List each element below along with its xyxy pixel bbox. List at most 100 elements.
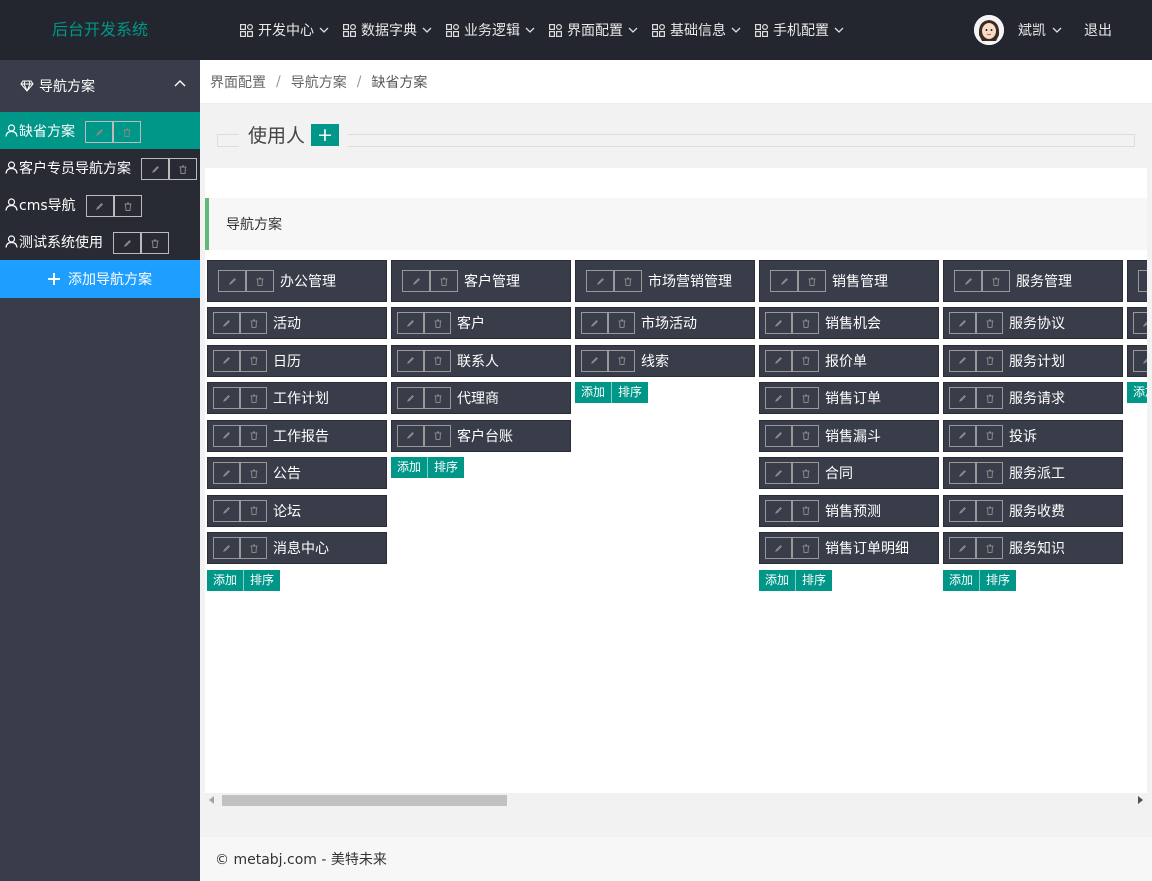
edit-item-button[interactable]	[765, 424, 792, 447]
delete-item-button[interactable]	[240, 424, 267, 447]
delete-item-button[interactable]	[240, 537, 267, 559]
edit-item-button[interactable]	[1133, 349, 1147, 372]
nav-item[interactable]: 销售机会	[759, 307, 939, 339]
delete-item-button[interactable]	[792, 312, 819, 334]
delete-item-button[interactable]	[424, 312, 451, 334]
delete-item-button[interactable]	[976, 499, 1003, 522]
add-item-button[interactable]: 添加	[575, 382, 613, 403]
nav-category[interactable]: 服务管理	[943, 260, 1123, 302]
edit-item-button[interactable]	[213, 462, 240, 484]
nav-item[interactable]: 报价单	[759, 344, 939, 377]
delete-plan-button[interactable]	[141, 232, 169, 254]
edit-item-button[interactable]	[397, 424, 424, 447]
delete-item-button[interactable]	[792, 387, 819, 409]
delete-item-button[interactable]	[240, 349, 267, 372]
nav-item[interactable]: 服务收费	[943, 494, 1123, 527]
nav-item[interactable]	[1127, 344, 1147, 377]
logout-link[interactable]: 退出	[1084, 20, 1112, 40]
delete-category-button[interactable]	[614, 270, 642, 292]
nav-category[interactable]: 客户管理	[391, 260, 571, 302]
nav-category[interactable]	[1127, 260, 1147, 302]
edit-item-button[interactable]	[949, 387, 976, 409]
nav-item[interactable]: 合同	[759, 457, 939, 489]
breadcrumb-item-ui-config[interactable]: 界面配置	[210, 72, 266, 92]
add-item-button[interactable]: 添加	[943, 569, 981, 591]
edit-plan-button[interactable]	[141, 158, 169, 180]
nav-item[interactable]: 服务知识	[943, 532, 1123, 564]
top-nav-item[interactable]: 手机配置	[747, 0, 852, 60]
top-nav-item[interactable]: 开发中心	[232, 0, 337, 60]
nav-item[interactable]: 销售预测	[759, 494, 939, 527]
delete-item-button[interactable]	[976, 537, 1003, 559]
edit-item-button[interactable]	[765, 537, 792, 559]
delete-plan-button[interactable]	[169, 158, 197, 180]
edit-item-button[interactable]	[397, 387, 424, 409]
add-item-button[interactable]: 添加	[759, 569, 797, 591]
delete-item-button[interactable]	[792, 499, 819, 522]
nav-item[interactable]: 销售订单明细	[759, 532, 939, 564]
nav-item[interactable]: 客户台账	[391, 419, 571, 452]
delete-item-button[interactable]	[608, 349, 635, 372]
delete-category-button[interactable]	[798, 270, 826, 292]
edit-item-button[interactable]	[213, 537, 240, 559]
edit-item-button[interactable]	[397, 349, 424, 372]
edit-item-button[interactable]	[949, 349, 976, 372]
edit-item-button[interactable]	[765, 387, 792, 409]
edit-item-button[interactable]	[949, 499, 976, 522]
edit-category-button[interactable]	[1138, 270, 1147, 292]
top-nav-item[interactable]: 界面配置	[541, 0, 646, 60]
edit-item-button[interactable]	[765, 462, 792, 484]
edit-item-button[interactable]	[1133, 312, 1147, 334]
delete-item-button[interactable]	[240, 499, 267, 522]
edit-item-button[interactable]	[213, 312, 240, 334]
delete-item-button[interactable]	[424, 349, 451, 372]
nav-category[interactable]: 市场营销管理	[575, 260, 755, 302]
nav-item[interactable]: 销售漏斗	[759, 419, 939, 452]
nav-item[interactable]: 线索	[575, 344, 755, 377]
plan-item[interactable]: cms导航	[0, 186, 200, 223]
edit-item-button[interactable]	[765, 312, 792, 334]
nav-item[interactable]: 工作报告	[207, 419, 387, 452]
user-avatar[interactable]	[974, 15, 1004, 45]
sort-items-button[interactable]: 排序	[244, 569, 281, 591]
top-nav-item[interactable]: 业务逻辑	[438, 0, 543, 60]
edit-plan-button[interactable]	[113, 232, 141, 254]
delete-item-button[interactable]	[240, 462, 267, 484]
edit-item-button[interactable]	[213, 387, 240, 409]
delete-item-button[interactable]	[240, 387, 267, 409]
delete-category-button[interactable]	[982, 270, 1010, 292]
nav-item[interactable]: 日历	[207, 344, 387, 377]
top-nav-item[interactable]: 数据字典	[335, 0, 440, 60]
edit-category-button[interactable]	[954, 270, 982, 292]
edit-plan-button[interactable]	[85, 121, 113, 143]
breadcrumb-item-nav-plan[interactable]: 导航方案	[291, 72, 347, 92]
edit-plan-button[interactable]	[85, 195, 114, 217]
scrollbar-thumb[interactable]	[222, 795, 507, 806]
nav-item[interactable]	[1127, 307, 1147, 339]
delete-item-button[interactable]	[976, 462, 1003, 484]
delete-item-button[interactable]	[792, 349, 819, 372]
add-item-button[interactable]: 添加	[1127, 382, 1147, 403]
edit-item-button[interactable]	[581, 312, 608, 334]
delete-category-button[interactable]	[430, 270, 458, 292]
nav-item[interactable]: 联系人	[391, 344, 571, 377]
nav-item[interactable]: 服务协议	[943, 307, 1123, 339]
nav-item[interactable]: 投诉	[943, 419, 1123, 452]
add-item-button[interactable]: 添加	[207, 569, 245, 591]
delete-item-button[interactable]	[976, 349, 1003, 372]
chevron-up-icon[interactable]	[174, 80, 186, 87]
edit-category-button[interactable]	[770, 270, 798, 292]
edit-category-button[interactable]	[218, 270, 246, 292]
horizontal-scrollbar[interactable]	[205, 793, 1147, 807]
scroll-left-arrow-icon[interactable]	[209, 796, 215, 804]
delete-item-button[interactable]	[424, 424, 451, 447]
delete-item-button[interactable]	[240, 312, 267, 334]
edit-item-button[interactable]	[765, 349, 792, 372]
nav-category[interactable]: 销售管理	[759, 260, 939, 302]
delete-item-button[interactable]	[792, 537, 819, 559]
delete-item-button[interactable]	[976, 312, 1003, 334]
delete-category-button[interactable]	[246, 270, 274, 292]
edit-item-button[interactable]	[213, 349, 240, 372]
nav-item[interactable]: 客户	[391, 307, 571, 339]
nav-item[interactable]: 服务请求	[943, 382, 1123, 414]
